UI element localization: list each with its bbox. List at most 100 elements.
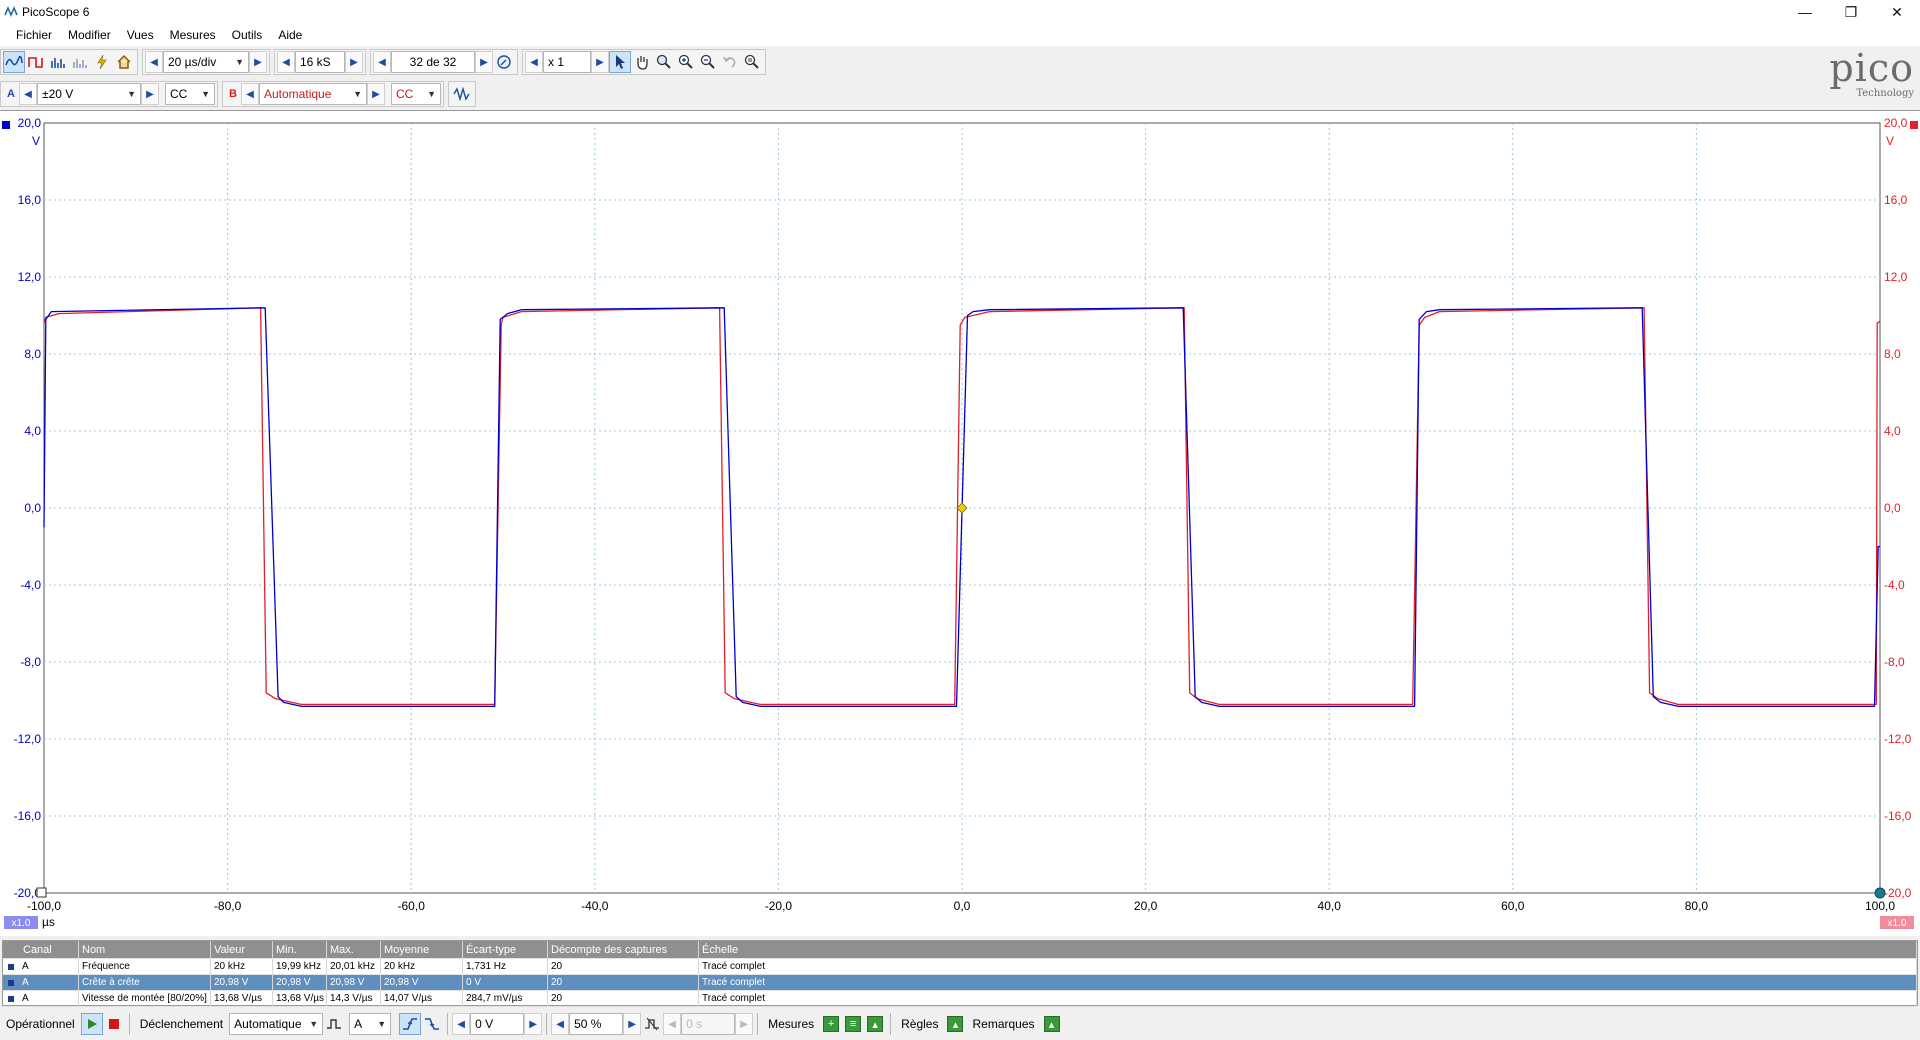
channel-a-range-prev[interactable]: ◀ bbox=[19, 83, 37, 105]
value-cell: 13,68 V/µs bbox=[211, 991, 273, 1006]
trigger-source-value: A bbox=[354, 1017, 363, 1031]
threshold-next-button[interactable]: ▶ bbox=[524, 1013, 543, 1035]
timebase-select[interactable]: 20 µs/div ▼ bbox=[163, 51, 249, 73]
signal-generator-group bbox=[448, 81, 476, 107]
notes-toggle-icon[interactable]: ▴ bbox=[1043, 1016, 1060, 1032]
column-header[interactable]: Écart-type bbox=[463, 941, 548, 958]
pretrigger-next-button[interactable]: ▶ bbox=[623, 1013, 642, 1035]
pretrigger-prev-button[interactable]: ◀ bbox=[551, 1013, 570, 1035]
delay-prev-button[interactable]: ◀ bbox=[663, 1013, 682, 1035]
threshold-field[interactable]: 0 V bbox=[470, 1013, 525, 1035]
rules-toggle-icon[interactable]: ▴ bbox=[947, 1016, 964, 1032]
threshold-prev-button[interactable]: ◀ bbox=[452, 1013, 471, 1035]
column-header[interactable]: Max. bbox=[327, 941, 381, 958]
column-header[interactable]: Décompte des captures bbox=[548, 941, 699, 958]
menu-aide[interactable]: Aide bbox=[270, 24, 310, 46]
restore-button[interactable]: ❐ bbox=[1828, 0, 1874, 24]
y-tick-label-left: 4,0 bbox=[24, 424, 41, 438]
zoom-out-icon[interactable] bbox=[697, 51, 719, 73]
play-icon[interactable] bbox=[80, 1013, 103, 1035]
samples-field[interactable]: 16 kS bbox=[295, 51, 345, 73]
zoom-prev-button[interactable]: ◀ bbox=[525, 51, 543, 73]
zoom-next-button[interactable]: ▶ bbox=[591, 51, 609, 73]
pretrigger-value: 50 % bbox=[574, 1017, 602, 1031]
zoom-in-icon[interactable] bbox=[675, 51, 697, 73]
column-header[interactable]: Canal bbox=[3, 941, 79, 958]
scope-mode-icon[interactable] bbox=[3, 51, 25, 73]
column-header[interactable]: Moyenne bbox=[381, 941, 463, 958]
zoom-to-fit-icon[interactable] bbox=[741, 51, 763, 73]
timebase-next-button[interactable]: ▶ bbox=[249, 51, 267, 73]
advanced-trigger-icon[interactable] bbox=[323, 1013, 345, 1035]
post-trigger-delay-icon[interactable] bbox=[641, 1013, 663, 1035]
home-icon[interactable] bbox=[113, 51, 135, 73]
table-row[interactable]: A Crête à crête 20,98 V 20,98 V 20,98 V … bbox=[3, 975, 1917, 991]
add-measure-icon[interactable]: + bbox=[823, 1016, 840, 1032]
channel-a-range-select[interactable]: ±20 V ▼ bbox=[37, 83, 141, 105]
spectrum-mode-icon[interactable] bbox=[47, 51, 69, 73]
y-tick-label-right: 4,0 bbox=[1884, 424, 1901, 438]
table-row[interactable]: A Fréquence 20 kHz 19,99 kHz 20,01 kHz 2… bbox=[3, 959, 1917, 975]
minimize-button[interactable]: — bbox=[1782, 0, 1828, 24]
menu-mesures[interactable]: Mesures bbox=[162, 24, 224, 46]
channel-b-range-select[interactable]: Automatique ▼ bbox=[259, 83, 367, 105]
persistence-mode-icon[interactable] bbox=[25, 51, 47, 73]
undo-zoom-icon[interactable] bbox=[719, 51, 741, 73]
y-tick-label-right: -8,0 bbox=[1884, 655, 1905, 669]
delay-field[interactable]: 0 s bbox=[681, 1013, 736, 1035]
samples-prev-button[interactable]: ◀ bbox=[277, 51, 295, 73]
notes-label: Remarques bbox=[972, 1017, 1035, 1031]
table-row[interactable]: A Vitesse de montée [80/20%] 13,68 V/µs … bbox=[3, 991, 1917, 1007]
menu-outils[interactable]: Outils bbox=[224, 24, 271, 46]
separator bbox=[890, 1013, 892, 1035]
falling-edge-icon[interactable] bbox=[421, 1013, 443, 1035]
capture-index-field[interactable]: 32 de 32 bbox=[391, 51, 475, 73]
timebase-prev-button[interactable]: ◀ bbox=[145, 51, 163, 73]
oscilloscope-plot[interactable]: 20,0 20,0 16,0 16,0 12,0 12,0 8,0 8,0 4,0 4,0 0,0 0… bbox=[0, 111, 1920, 937]
samples-next-button[interactable]: ▶ bbox=[345, 51, 363, 73]
capture-prev-button[interactable]: ◀ bbox=[373, 51, 391, 73]
channel-a-axis-marker[interactable] bbox=[2, 121, 10, 129]
auto-setup-icon[interactable] bbox=[91, 51, 113, 73]
channel-a-range-next[interactable]: ▶ bbox=[141, 83, 159, 105]
trigger-mode-select[interactable]: Automatique ▼ bbox=[229, 1013, 324, 1035]
channel-b-range-next[interactable]: ▶ bbox=[367, 83, 385, 105]
close-button[interactable]: ✕ bbox=[1874, 0, 1920, 24]
channel-a-coupling-select[interactable]: CC ▼ bbox=[165, 83, 215, 105]
column-header[interactable]: Échelle bbox=[699, 941, 1917, 958]
time-ruler-handle[interactable] bbox=[36, 887, 47, 898]
zoom-field[interactable]: x 1 bbox=[543, 51, 591, 73]
time-ruler-handle-right[interactable] bbox=[1874, 887, 1886, 899]
delete-measure-icon[interactable]: ▴ bbox=[867, 1016, 884, 1032]
rising-edge-icon[interactable] bbox=[399, 1013, 422, 1035]
channel-cell: A bbox=[3, 959, 79, 974]
spectrum-persistence-icon[interactable] bbox=[69, 51, 91, 73]
signal-generator-icon[interactable] bbox=[451, 83, 473, 105]
hand-tool-icon[interactable] bbox=[631, 51, 653, 73]
trigger-marker-icon[interactable] bbox=[956, 502, 968, 514]
stop-icon[interactable] bbox=[103, 1013, 125, 1035]
channel-b-coupling-select[interactable]: CC ▼ bbox=[391, 83, 441, 105]
menu-fichier[interactable]: Fichier bbox=[8, 24, 60, 46]
zoom-area-icon[interactable] bbox=[653, 51, 675, 73]
column-header[interactable]: Min. bbox=[273, 941, 327, 958]
trigger-source-select[interactable]: A ▼ bbox=[349, 1013, 392, 1035]
channel-b-range-value: Automatique bbox=[264, 87, 332, 101]
column-header[interactable]: Valeur bbox=[211, 941, 273, 958]
channel-b-label[interactable]: B bbox=[225, 83, 241, 105]
scope-view[interactable]: 20,0 20,0 16,0 16,0 12,0 12,0 8,0 8,0 4,0 4,0 0,0 0… bbox=[0, 110, 1920, 936]
pretrigger-field[interactable]: 50 % bbox=[569, 1013, 624, 1035]
pointer-tool-icon[interactable] bbox=[609, 51, 631, 73]
capture-next-button[interactable]: ▶ bbox=[475, 51, 493, 73]
channel-b-axis-marker[interactable] bbox=[1910, 121, 1918, 129]
edit-measure-icon[interactable]: ≡ bbox=[845, 1016, 862, 1032]
y-tick-label-right: 20,0 bbox=[1884, 116, 1908, 130]
channel-a-label[interactable]: A bbox=[3, 83, 19, 105]
menu-vues[interactable]: Vues bbox=[119, 24, 162, 46]
channel-b-range-prev[interactable]: ◀ bbox=[241, 83, 259, 105]
menu-modifier[interactable]: Modifier bbox=[60, 24, 119, 46]
column-header[interactable]: Nom bbox=[79, 941, 211, 958]
buffer-navigator-icon[interactable] bbox=[493, 51, 515, 73]
min-cell: 19,99 kHz bbox=[273, 959, 327, 974]
delay-next-button[interactable]: ▶ bbox=[735, 1013, 754, 1035]
